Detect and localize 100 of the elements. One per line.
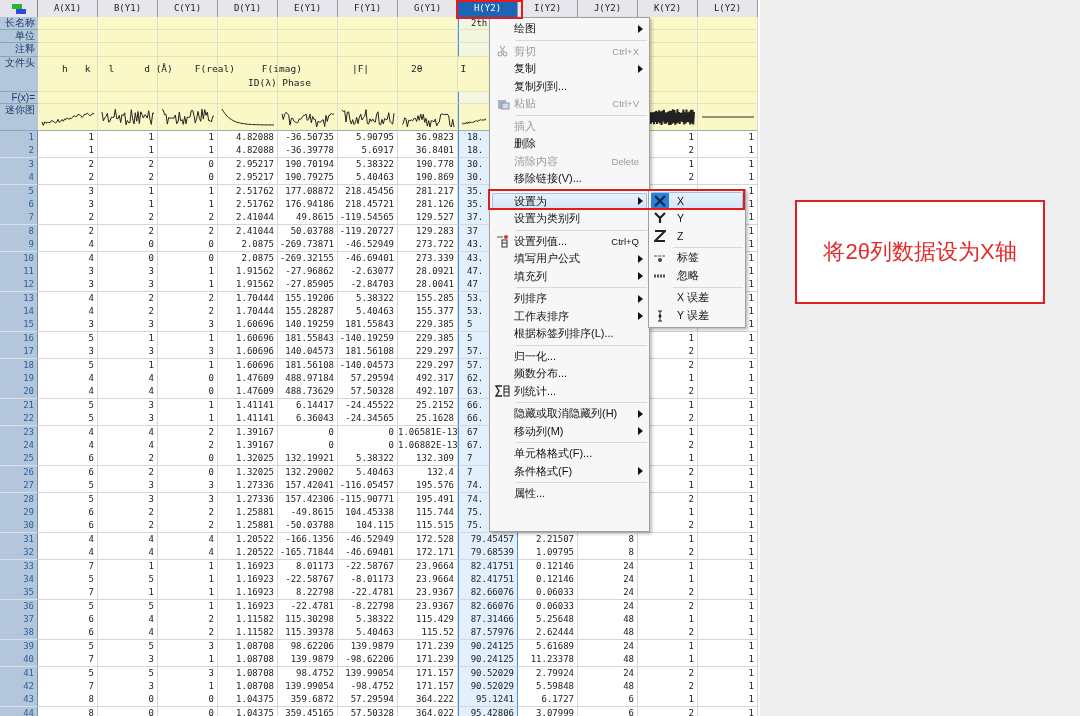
table-cell: 364.222 <box>398 693 458 708</box>
table-cell: 5 <box>38 479 98 494</box>
table-cell: -36.39778 <box>278 144 338 159</box>
row-number[interactable]: 17 <box>0 345 38 360</box>
row-number[interactable]: 25 <box>0 452 38 467</box>
menu-item[interactable]: 复制 <box>492 60 647 78</box>
row-number[interactable]: 2 <box>0 144 38 159</box>
row-number[interactable]: 20 <box>0 385 38 400</box>
table-cell: 1 <box>698 693 758 708</box>
row-number[interactable]: 38 <box>0 626 38 641</box>
table-cell: 1.70444 <box>218 305 278 320</box>
column-header[interactable]: A(X1) <box>38 0 98 18</box>
table-cell: 190.869 <box>398 171 458 186</box>
row-number[interactable]: 35 <box>0 586 38 601</box>
row-number[interactable]: 44 <box>0 706 38 716</box>
column-header[interactable]: J(Y2) <box>578 0 638 18</box>
column-header[interactable]: L(Y2) <box>698 0 758 18</box>
table-cell: -24.34565 <box>338 412 398 427</box>
table-cell: 95.1241 <box>458 693 518 708</box>
table-cell: 1 <box>698 586 758 601</box>
paste-icon <box>496 97 510 110</box>
menu-item[interactable]: 绘图 <box>492 20 647 38</box>
column-header[interactable]: D(Y1) <box>218 0 278 18</box>
row-number[interactable]: 32 <box>0 546 38 561</box>
table-cell: 1 <box>698 171 758 186</box>
table-cell: 1 <box>698 519 758 534</box>
table-cell: 5.25648 <box>518 613 578 628</box>
row-number[interactable]: 7 <box>0 211 38 226</box>
table-cell: 1 <box>698 613 758 628</box>
metadata-cell <box>98 17 158 30</box>
table-cell: 172.171 <box>398 546 458 561</box>
column-header[interactable]: B(Y1) <box>98 0 158 18</box>
row-number[interactable]: 15 <box>0 318 38 333</box>
row-number[interactable]: 42 <box>0 680 38 694</box>
table-cell: 195.576 <box>398 479 458 494</box>
highlight-frame <box>456 0 523 19</box>
table-cell: 5.40463 <box>338 305 398 320</box>
table-cell: 273.722 <box>398 238 458 253</box>
row-number[interactable]: 22 <box>0 412 38 427</box>
table-cell: 1 <box>98 144 158 159</box>
table-cell: 6 <box>38 519 98 534</box>
table-cell: 0 <box>98 238 158 253</box>
row-number[interactable]: 37 <box>0 613 38 628</box>
metadata-cell <box>398 30 458 43</box>
table-cell: 181.56108 <box>338 345 398 360</box>
row-number[interactable]: 43 <box>0 693 38 708</box>
column-header[interactable]: E(Y1) <box>278 0 338 18</box>
annotation-text: 将2θ列数据设为X轴 <box>795 200 1045 304</box>
table-cell: 87.57976 <box>458 626 518 641</box>
table-cell: 79.68539 <box>458 546 518 561</box>
table-cell: 25.1628 <box>398 412 458 427</box>
table-cell: 6 <box>38 452 98 467</box>
table-cell: 3 <box>98 318 158 333</box>
metadata-cell <box>218 30 278 43</box>
row-number[interactable]: 4 <box>0 171 38 186</box>
row-number[interactable]: 27 <box>0 479 38 494</box>
column-header[interactable]: G(Y1) <box>398 0 458 18</box>
table-cell: 2 <box>98 519 158 534</box>
column-header[interactable]: K(Y2) <box>638 0 698 18</box>
row-number[interactable]: 14 <box>0 305 38 320</box>
file-header-text: F(imag) <box>261 63 302 76</box>
table-cell: 1.41141 <box>218 412 278 427</box>
metadata-cell <box>158 17 218 30</box>
row-number[interactable]: 30 <box>0 519 38 534</box>
file-header-text: |F| <box>351 63 370 76</box>
menu-item[interactable]: 复制列到... <box>492 77 647 95</box>
y-axis-icon <box>654 212 666 225</box>
scissors-icon <box>497 45 509 58</box>
table-cell: 104.115 <box>338 519 398 534</box>
table-cell: -22.4781 <box>338 586 398 601</box>
row-number[interactable]: 12 <box>0 278 38 293</box>
column-header[interactable]: I(Y2) <box>518 0 578 18</box>
row-number[interactable]: 40 <box>0 653 38 668</box>
table-cell: 57.29594 <box>338 693 398 708</box>
file-header-text: h <box>62 63 68 76</box>
table-cell: 1.32025 <box>218 452 278 467</box>
file-header-text: 2θ <box>411 63 423 76</box>
column-values-icon <box>496 234 510 249</box>
column-header[interactable]: F(Y1) <box>338 0 398 18</box>
row-number[interactable]: 1 <box>0 131 38 145</box>
table-cell: 2 <box>98 211 158 226</box>
table-cell: 1 <box>698 144 758 159</box>
table-cell: 171.157 <box>398 680 458 694</box>
table-cell: 2.41044 <box>218 211 278 226</box>
table-cell: 2 <box>158 626 218 641</box>
row-number[interactable]: 19 <box>0 372 38 387</box>
table-cell: 48 <box>578 613 638 628</box>
metadata-cell <box>698 17 758 30</box>
row-number[interactable]: 9 <box>0 238 38 253</box>
table-cell: 115.39378 <box>278 626 338 641</box>
table-cell: 0 <box>158 385 218 400</box>
table-cell: 1 <box>698 479 758 494</box>
table-cell: -46.52949 <box>338 238 398 253</box>
table-cell: 7 <box>38 586 98 601</box>
long-name-text: 2th <box>470 17 489 29</box>
menu-item[interactable]: Z <box>651 227 743 245</box>
table-cell: 115.52 <box>398 626 458 641</box>
menu-item[interactable]: 列统计... <box>492 382 647 400</box>
column-header[interactable]: C(Y1) <box>158 0 218 18</box>
worksheet-icon[interactable] <box>10 2 27 15</box>
